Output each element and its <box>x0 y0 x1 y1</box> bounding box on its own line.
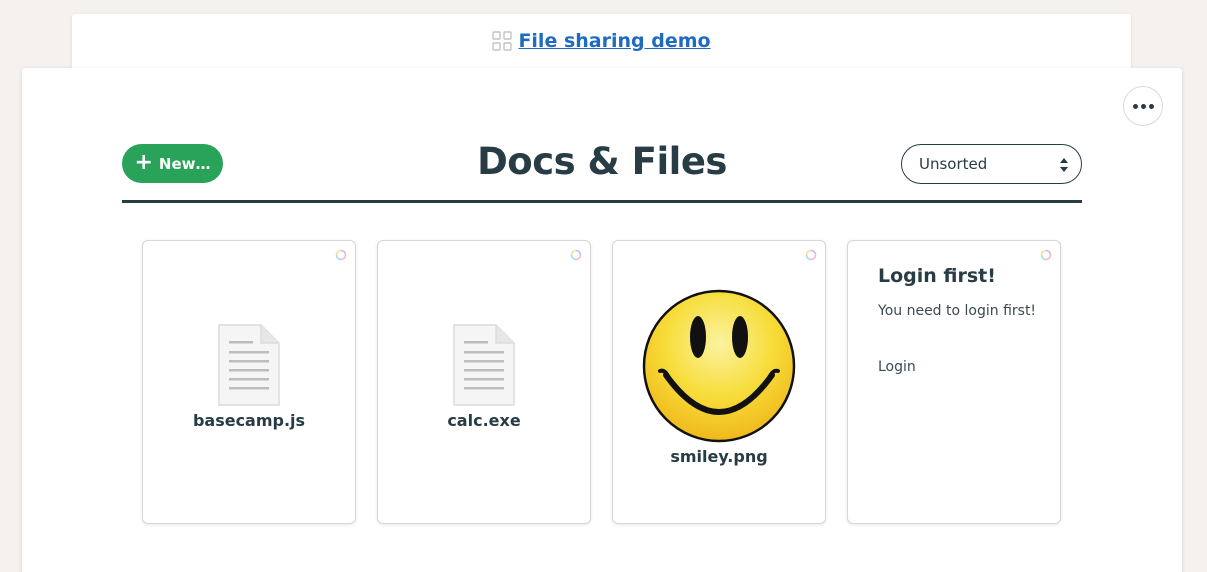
toolbar: Docs & Files + New… Unsorted <box>122 140 1082 200</box>
new-button[interactable]: + New… <box>122 144 223 183</box>
sort-select[interactable]: Unsorted <box>901 144 1082 184</box>
more-dot-icon <box>1140 103 1146 109</box>
login-card: Login first! You need to login first! Lo… <box>847 240 1061 524</box>
document-icon <box>453 324 515 406</box>
sort-select-value: Unsorted <box>919 155 988 173</box>
login-message: You need to login first! <box>878 303 1037 319</box>
file-grid: basecamp.js calc.exe smiley.png Login fi… <box>142 240 1062 524</box>
grid-icon <box>492 31 513 51</box>
file-card[interactable]: basecamp.js <box>142 240 356 524</box>
docs-files-panel: Docs & Files + New… Unsorted basecamp.js… <box>22 68 1182 572</box>
file-name: calc.exe <box>447 411 521 430</box>
color-ring-icon <box>805 249 817 261</box>
color-ring-icon <box>570 249 582 261</box>
file-card[interactable]: smiley.png <box>612 240 826 524</box>
login-title: Login first! <box>878 265 996 287</box>
color-ring-icon <box>335 249 347 261</box>
more-options-button[interactable] <box>1123 86 1163 126</box>
project-link[interactable]: File sharing demo <box>518 30 710 52</box>
more-dot-icon <box>1148 103 1154 109</box>
project-header-content: File sharing demo <box>72 30 1131 52</box>
file-card[interactable]: calc.exe <box>377 240 591 524</box>
color-ring-icon <box>1040 249 1052 261</box>
file-name: smiley.png <box>670 447 768 466</box>
document-icon <box>218 324 280 406</box>
header-divider <box>122 200 1082 203</box>
select-arrows-icon <box>1060 158 1068 172</box>
smiley-image <box>642 289 796 443</box>
file-name: basecamp.js <box>192 411 306 430</box>
plus-icon: + <box>134 149 153 175</box>
login-link[interactable]: Login <box>878 359 916 375</box>
more-dot-icon <box>1132 103 1138 109</box>
new-button-label: New… <box>158 154 211 173</box>
